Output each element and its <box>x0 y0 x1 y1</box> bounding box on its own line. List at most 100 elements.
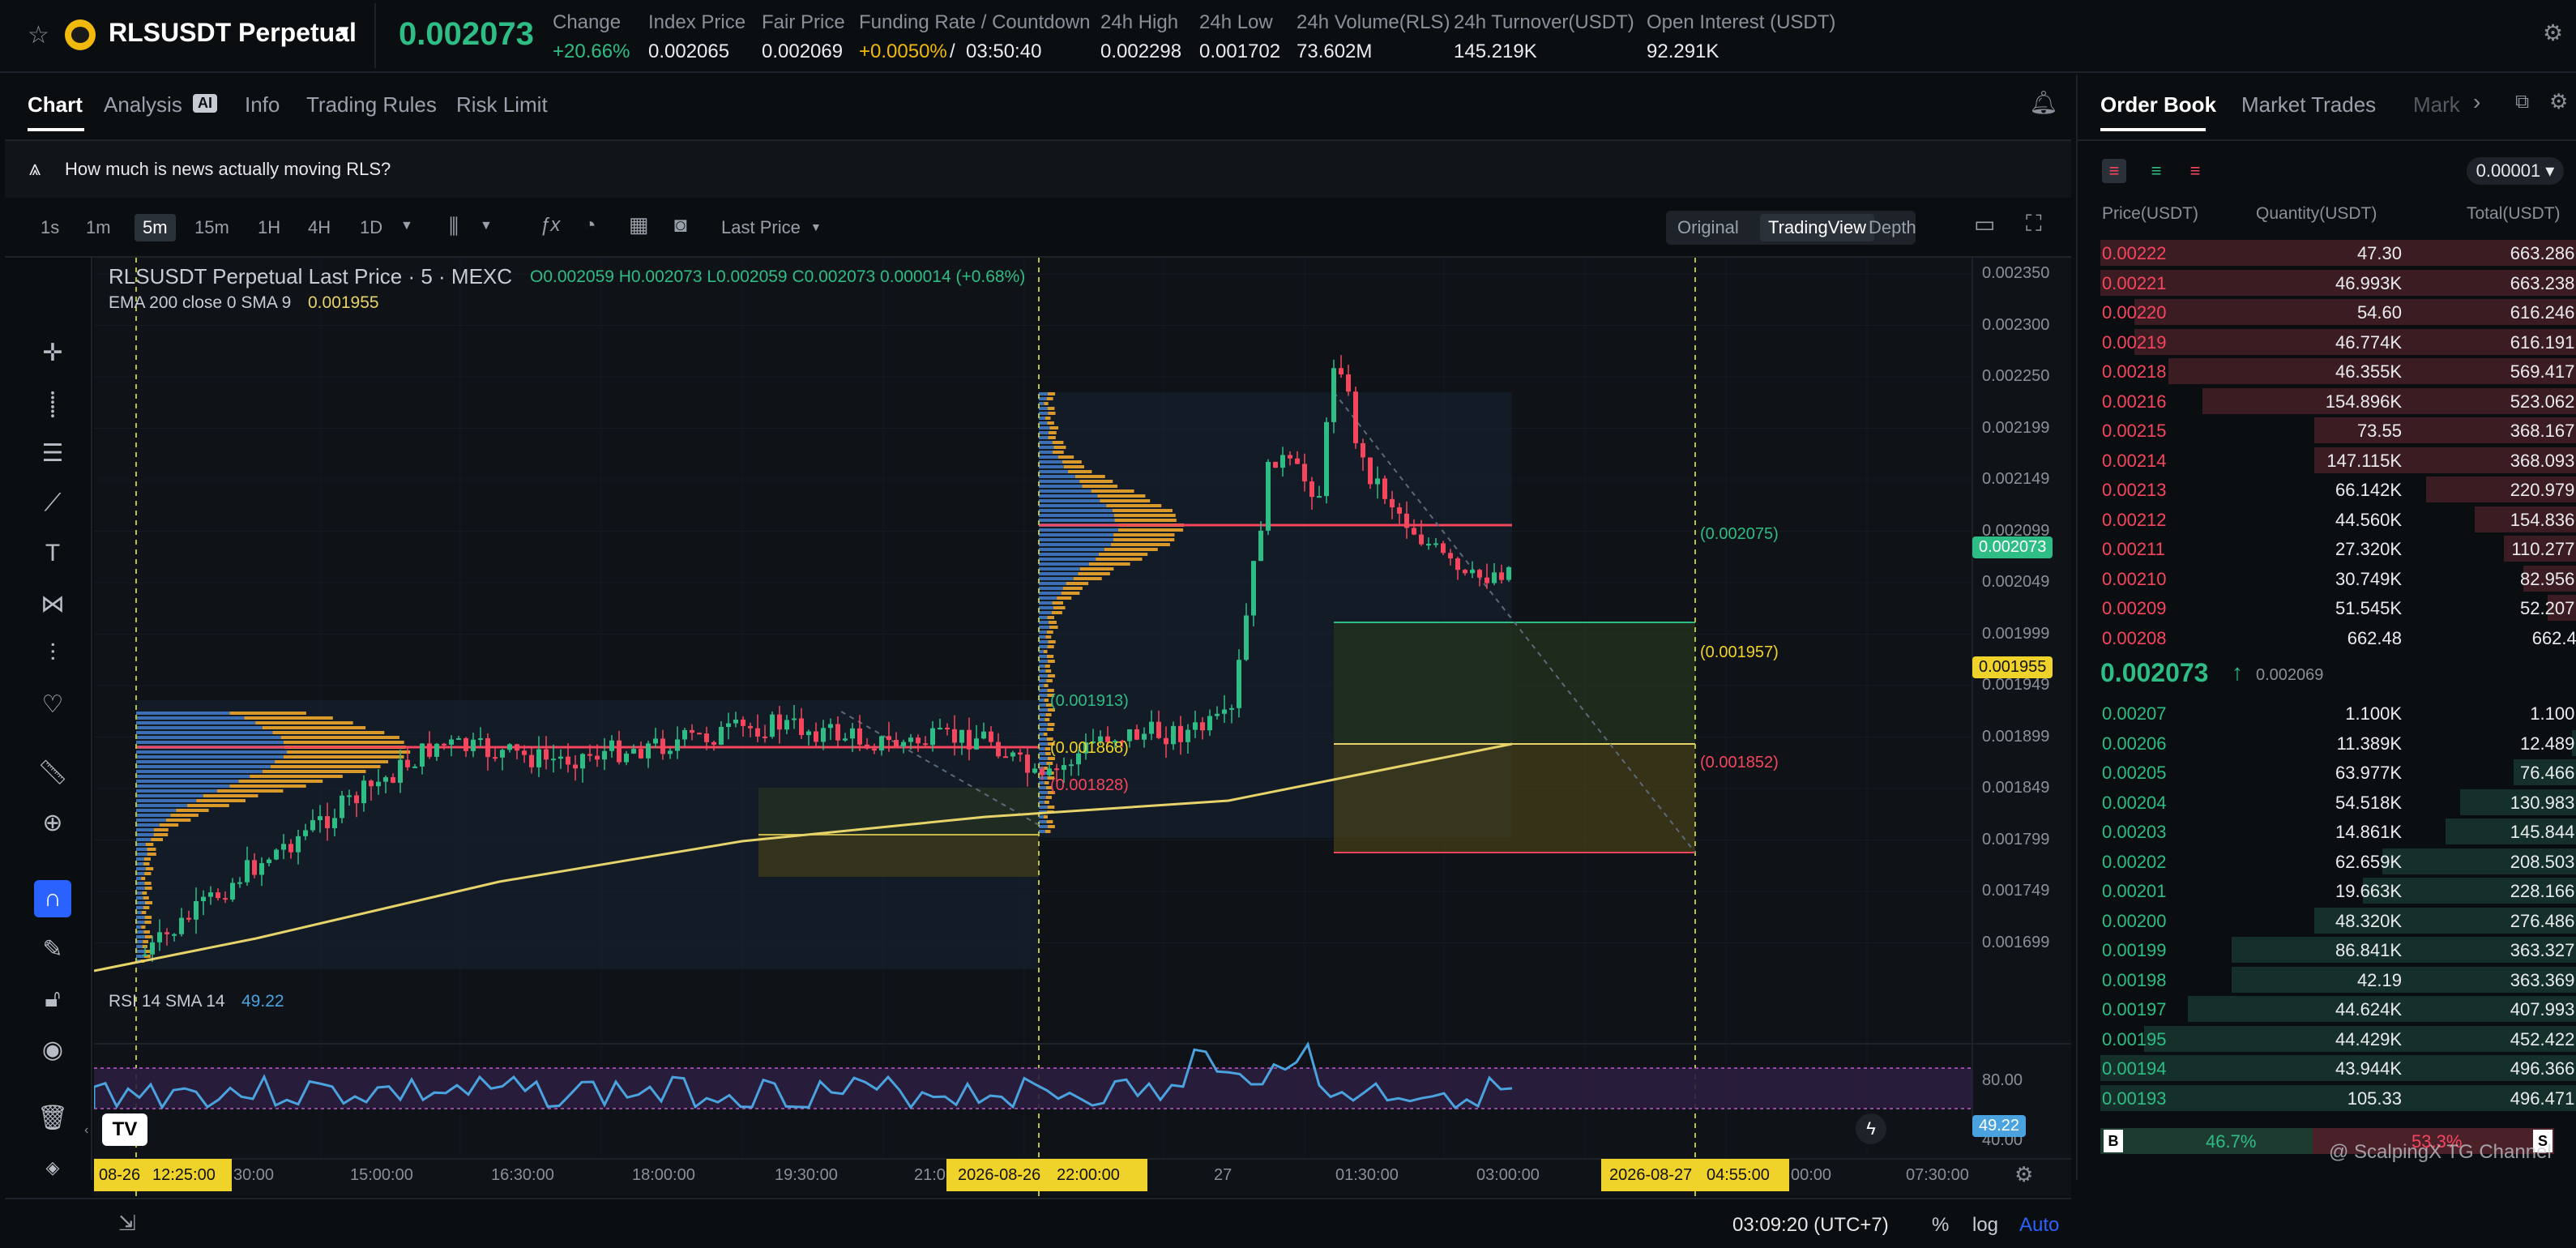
view-tradingview[interactable]: TradingView <box>1760 214 1875 241</box>
bell-icon[interactable]: 🔔︎ <box>2029 89 2058 116</box>
fullscreen-icon[interactable]: ⛶ <box>2026 211 2042 237</box>
ask-row[interactable]: 0.00211 27.320K 110.277K <box>2100 534 2576 563</box>
bid-row[interactable]: 0.00204 54.518K 130.983K <box>2100 788 2576 817</box>
ask-row[interactable]: 0.00215 73.55 368.167K <box>2100 416 2576 445</box>
timeframe-dropdown-icon[interactable]: ▼ <box>400 219 413 233</box>
view-original[interactable]: Original <box>1677 217 1739 238</box>
bid-row[interactable]: 0.00205 63.977K 76.466K <box>2100 758 2576 787</box>
candle-body <box>1215 713 1220 716</box>
timeframe-1m[interactable]: 1m <box>86 217 111 238</box>
ask-row[interactable]: 0.00221 46.993K 663.238K <box>2100 268 2576 297</box>
lock-icon[interactable]: 🔓︎ <box>34 981 71 1018</box>
tab-analysis[interactable]: Analysis <box>104 92 182 118</box>
favorite-star-icon[interactable]: ☆ <box>28 21 49 49</box>
layers-icon[interactable]: ◈ <box>34 1149 71 1186</box>
tab-trading-rules[interactable]: Trading Rules <box>306 92 437 118</box>
timeframe-1s[interactable]: 1s <box>41 217 59 238</box>
crosshair-icon[interactable]: ✛ <box>34 334 71 371</box>
draw-lock-pencil-icon[interactable]: ✎ <box>34 930 71 968</box>
timeframe-1h[interactable]: 1H <box>258 217 280 238</box>
pattern-tool-icon[interactable]: ⋈ <box>34 585 71 622</box>
camera-icon[interactable]: ◙ <box>674 212 687 237</box>
calendar-range-icon[interactable]: ⇲ <box>118 1211 136 1236</box>
symbol-title[interactable]: RLSUSDT Perpetual <box>109 18 357 48</box>
timeframe-4h[interactable]: 4H <box>308 217 331 238</box>
precision-select[interactable]: 0.00001 ▾ <box>2467 157 2564 185</box>
forecast-tool-icon[interactable]: ⫶ <box>34 635 71 673</box>
bid-row[interactable]: 0.00200 48.320K 276.486K <box>2100 906 2576 935</box>
bid-row[interactable]: 0.00194 43.944K 496.366K <box>2100 1054 2576 1083</box>
ask-row[interactable]: 0.00209 51.545K 52.207K <box>2100 593 2576 622</box>
order-price: 0.00222 <box>2102 243 2167 263</box>
ask-row[interactable]: 0.00212 44.560K 154.836K <box>2100 505 2576 534</box>
bid-row[interactable]: 0.00193 105.33 496.471K <box>2100 1083 2576 1113</box>
magnet-icon[interactable]: ∩ <box>34 880 71 917</box>
ask-row[interactable]: 0.00213 66.142K 220.979K <box>2100 475 2576 504</box>
view-depth[interactable]: Depth <box>1869 217 1916 238</box>
popout-icon[interactable]: ⧉ <box>2515 91 2529 113</box>
ruler-icon[interactable]: 📏︎ <box>34 754 71 791</box>
bid-row[interactable]: 0.00207 1.100K 1.100K <box>2100 699 2576 728</box>
eye-icon[interactable]: ◉ <box>34 1031 71 1068</box>
ask-row[interactable]: 0.00216 154.896K 523.062K <box>2100 387 2576 416</box>
tab-market-trades[interactable]: Market Trades <box>2241 92 2376 118</box>
tab-chart[interactable]: Chart <box>28 92 83 118</box>
auto-scale-toggle[interactable]: Auto <box>2019 1214 2059 1237</box>
bid-row[interactable]: 0.00206 11.389K 12.489K <box>2100 729 2576 758</box>
tab-info[interactable]: Info <box>245 92 280 118</box>
favorites-heart-icon[interactable]: ♡ <box>34 686 71 723</box>
ask-row[interactable]: 0.00220 54.60 616.246K <box>2100 297 2576 327</box>
chevron-right-icon[interactable]: › <box>2473 89 2480 115</box>
bid-row[interactable]: 0.00202 62.659K 208.503K <box>2100 847 2576 876</box>
ask-row[interactable]: 0.00208 662.48 662.48 <box>2100 623 2576 652</box>
price-type-dropdown-icon[interactable]: ▼ <box>810 220 822 233</box>
settings-sliders-icon[interactable]: ⚙ <box>2543 19 2563 46</box>
bid-row[interactable]: 0.00201 19.663K 228.166K <box>2100 876 2576 905</box>
candle-type-dropdown-icon[interactable]: ▼ <box>480 219 493 233</box>
price-chart[interactable] <box>94 258 2071 1196</box>
indicators-fx-icon[interactable]: ƒx <box>540 214 560 237</box>
timeframe-1d[interactable]: 1D <box>360 217 382 238</box>
bid-row[interactable]: 0.00197 44.624K 407.993K <box>2100 994 2576 1024</box>
collapse-toolbar-icon[interactable]: ‹ <box>84 1123 88 1138</box>
tab-order-book[interactable]: Order Book <box>2100 92 2216 118</box>
news-banner[interactable]: ⩓ How much is news actually moving RLS? <box>5 141 2071 198</box>
ask-row[interactable]: 0.00218 46.355K 569.417K <box>2100 357 2576 386</box>
speedometer-icon[interactable]: ◔ <box>583 212 596 237</box>
log-toggle[interactable]: log <box>1972 1214 1998 1237</box>
ask-row[interactable]: 0.00222 47.30 663.286K <box>2100 238 2576 267</box>
zoom-in-icon[interactable]: ⊕ <box>34 804 71 841</box>
price-axis[interactable]: 0.002350 0.002300 0.002250 0.002199 0.002149… <box>1972 258 2071 1036</box>
ask-row[interactable]: 0.00219 46.774K 616.191K <box>2100 327 2576 357</box>
view-both-icon[interactable]: ≡ <box>2102 159 2126 183</box>
cursor-dot-icon[interactable]: ⸽ <box>34 384 71 421</box>
volume-profile-bar <box>1039 820 1047 823</box>
percent-toggle[interactable]: % <box>1932 1214 1949 1237</box>
panel-layout-icon[interactable]: ▭ <box>1974 211 1995 237</box>
bid-row[interactable]: 0.00199 86.841K 363.327K <box>2100 935 2576 964</box>
tab-mark[interactable]: Mark <box>2413 92 2460 118</box>
time-axis[interactable]: 08-26 12:25:00 30:00 15:00:00 16:30:00 1… <box>94 1159 2071 1195</box>
axis-settings-gear-icon[interactable]: ⚙ <box>2014 1162 2033 1187</box>
bid-row[interactable]: 0.00198 42.19 363.369K <box>2100 965 2576 994</box>
sliders-icon[interactable]: ⚙ <box>2549 89 2568 114</box>
lightning-icon[interactable]: ϟ <box>1856 1113 1886 1144</box>
bid-row[interactable]: 0.00203 14.861K 145.844K <box>2100 817 2576 846</box>
layout-grid-icon[interactable]: ▦ <box>629 212 649 237</box>
text-tool-icon[interactable]: T <box>34 535 71 572</box>
price-type-select[interactable]: Last Price <box>721 217 801 238</box>
view-bids-icon[interactable]: ≡ <box>2144 159 2168 183</box>
symbol-dropdown-icon[interactable]: ▼ <box>335 21 352 42</box>
view-asks-icon[interactable]: ≡ <box>2183 159 2207 183</box>
trash-icon[interactable]: 🗑︎ <box>34 1099 71 1136</box>
ask-row[interactable]: 0.00210 30.749K 82.956K <box>2100 564 2576 593</box>
candle-type-icon[interactable]: ⫼ <box>449 214 459 240</box>
timeframe-15m[interactable]: 15m <box>194 217 229 238</box>
timeframe-5m[interactable]: 5m <box>135 214 176 241</box>
trend-line-icon[interactable]: ⟋ <box>34 485 71 522</box>
horizontal-lines-icon[interactable]: ☰ <box>34 434 71 472</box>
candle-body <box>566 756 570 765</box>
bid-row[interactable]: 0.00195 44.429K 452.422K <box>2100 1024 2576 1054</box>
ask-row[interactable]: 0.00214 147.115K 368.093K <box>2100 446 2576 475</box>
tab-risk-limit[interactable]: Risk Limit <box>456 92 548 118</box>
